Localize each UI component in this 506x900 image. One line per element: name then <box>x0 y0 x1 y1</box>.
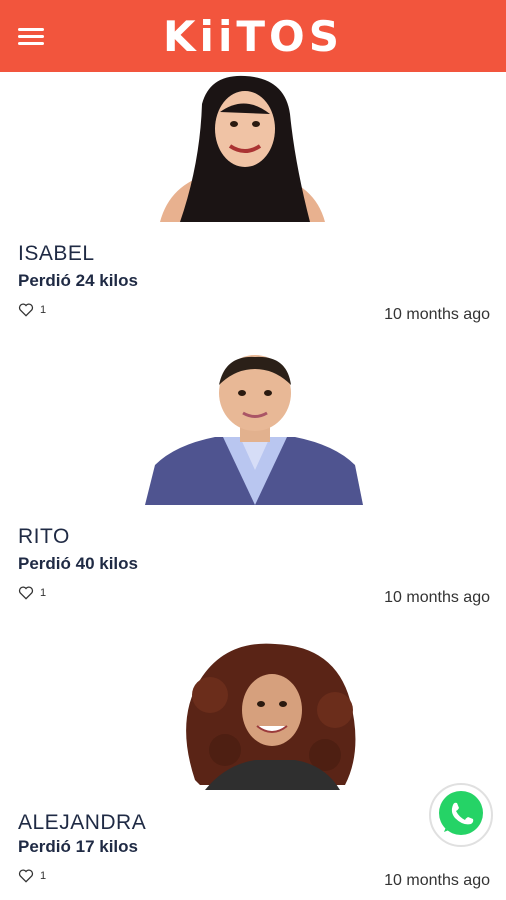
like-button[interactable]: 1 <box>18 869 46 883</box>
profile-photo-alejandra <box>186 643 356 790</box>
like-count: 1 <box>40 870 47 882</box>
post-time: 10 months ago <box>384 589 490 606</box>
testimonial-card-isabel[interactable]: ISABEL Perdió 24 kilos 1 10 months ago <box>0 72 506 342</box>
person-name: RITO <box>18 525 70 548</box>
person-name: ISABEL <box>18 242 95 265</box>
heart-icon <box>18 869 34 883</box>
weight-lost-text: Perdió 17 kilos <box>18 837 138 856</box>
weight-lost-text: Perdió 24 kilos <box>18 271 138 290</box>
like-button[interactable]: 1 <box>18 586 46 600</box>
testimonial-card-alejandra[interactable]: ALEJANDRA Perdió 17 kilos 1 10 months ag… <box>0 638 506 900</box>
post-time: 10 months ago <box>384 306 490 323</box>
whatsapp-icon[interactable] <box>428 782 494 848</box>
testimonial-card-rito[interactable]: RITO Perdió 40 kilos 1 10 months ago <box>0 355 506 625</box>
app-logo: KiiTOS <box>163 12 343 61</box>
heart-icon <box>18 303 34 317</box>
post-time: 10 months ago <box>384 872 490 889</box>
profile-photo-isabel <box>160 75 325 222</box>
person-name: ALEJANDRA <box>18 811 147 834</box>
heart-icon <box>18 586 34 600</box>
top-app-bar: KiiTOS <box>0 0 506 72</box>
like-count: 1 <box>40 304 47 316</box>
weight-lost-text: Perdió 40 kilos <box>18 554 138 573</box>
like-count: 1 <box>40 587 47 599</box>
profile-photo-rito <box>145 355 363 505</box>
like-button[interactable]: 1 <box>18 303 46 317</box>
